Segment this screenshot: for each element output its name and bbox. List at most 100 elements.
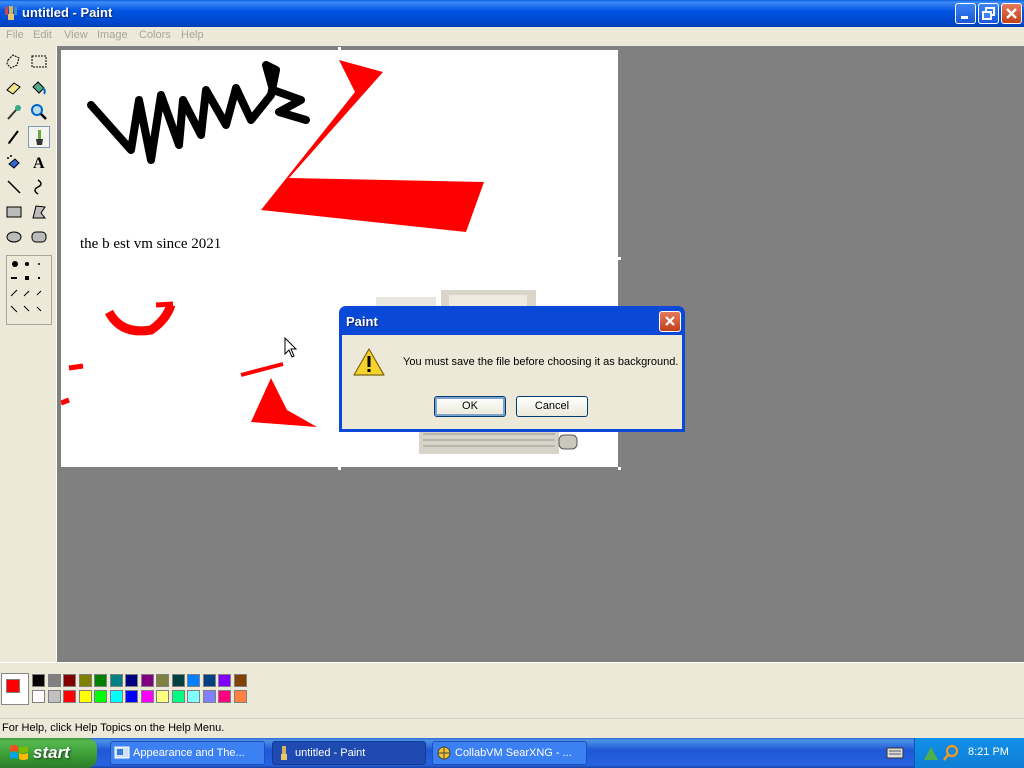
- palette-swatch[interactable]: [202, 674, 216, 687]
- palette-swatch[interactable]: [233, 674, 247, 687]
- palette-swatch[interactable]: [78, 690, 92, 703]
- close-button[interactable]: [1001, 3, 1022, 24]
- network-icon[interactable]: [922, 744, 940, 765]
- windows-logo-icon: [10, 745, 28, 760]
- ok-button[interactable]: OK: [434, 396, 506, 417]
- pick-color-tool[interactable]: [3, 101, 25, 123]
- taskbar-item-appearance[interactable]: Appearance and The...: [110, 741, 265, 765]
- menu-view[interactable]: View: [64, 29, 88, 41]
- control-panel-icon: [114, 746, 130, 759]
- palette-swatch[interactable]: [63, 674, 76, 687]
- taskbar-item-paint[interactable]: untitled - Paint: [272, 741, 426, 765]
- fill-tool[interactable]: [28, 76, 50, 98]
- palette-swatch[interactable]: [47, 690, 61, 703]
- restore-icon: [982, 7, 995, 20]
- menu-image[interactable]: Image: [97, 29, 128, 41]
- close-icon: [1006, 8, 1017, 19]
- paint-app-icon: [281, 746, 287, 760]
- curve-tool[interactable]: [28, 176, 50, 198]
- palette-swatch[interactable]: [78, 674, 92, 687]
- menu-edit[interactable]: Edit: [33, 29, 52, 41]
- pencil-tool[interactable]: [3, 126, 25, 148]
- palette-swatch[interactable]: [109, 674, 123, 687]
- palette-swatch[interactable]: [125, 690, 138, 703]
- minimize-button[interactable]: [955, 3, 976, 24]
- palette-swatch[interactable]: [94, 690, 107, 703]
- paint-app-icon: [3, 5, 19, 21]
- color-palette: [0, 662, 1024, 715]
- ellipse-tool[interactable]: [3, 226, 25, 248]
- current-colors: [1, 673, 29, 705]
- canvas-text: the b est vm since 2021: [80, 236, 222, 252]
- polygon-tool[interactable]: [28, 201, 50, 223]
- brush-tool[interactable]: [28, 126, 50, 148]
- rounded-rectangle-tool[interactable]: [28, 226, 50, 248]
- curve-icon: [34, 179, 42, 195]
- palette-swatch[interactable]: [218, 690, 231, 703]
- palette-swatch[interactable]: [171, 690, 185, 703]
- brush-icon: [36, 130, 43, 145]
- window-title: untitled - Paint: [22, 5, 113, 20]
- palette-swatch[interactable]: [218, 674, 231, 687]
- palette-swatch[interactable]: [187, 674, 200, 687]
- brush-options[interactable]: [6, 255, 52, 325]
- palette-swatch[interactable]: [156, 674, 169, 687]
- keyboard-icon[interactable]: [886, 746, 904, 763]
- palette-swatch[interactable]: [63, 690, 76, 703]
- status-bar: For Help, click Help Topics on the Help …: [0, 718, 1024, 739]
- eraser-icon: [6, 82, 21, 95]
- browser-icon: [437, 746, 451, 760]
- status-text: For Help, click Help Topics on the Help …: [2, 722, 225, 734]
- select-tool[interactable]: [28, 51, 50, 73]
- menu-help[interactable]: Help: [181, 29, 204, 41]
- resize-handle-bottom[interactable]: [338, 467, 341, 470]
- text-icon: A: [33, 155, 45, 172]
- palette-swatch[interactable]: [202, 690, 216, 703]
- pencil-icon: [8, 130, 19, 144]
- dialog-close-button[interactable]: [659, 311, 681, 332]
- toolbox: A: [0, 46, 57, 662]
- free-form-select-icon: [6, 54, 20, 69]
- title-bar[interactable]: [0, 0, 1024, 27]
- palette-swatch[interactable]: [140, 674, 154, 687]
- palette-swatch[interactable]: [140, 690, 154, 703]
- eraser-tool[interactable]: [3, 76, 25, 98]
- free-form-select-tool[interactable]: [3, 51, 25, 73]
- rectangle-tool[interactable]: [3, 201, 25, 223]
- cancel-button[interactable]: Cancel: [516, 396, 588, 417]
- clock: 8:21 PM: [968, 746, 1009, 758]
- line-tool[interactable]: [3, 176, 25, 198]
- resize-handle-corner[interactable]: [618, 467, 621, 470]
- palette-swatch[interactable]: [125, 674, 138, 687]
- warning-icon: [353, 347, 385, 380]
- rectangle-icon: [6, 206, 22, 218]
- palette-swatch[interactable]: [32, 690, 45, 703]
- start-label: start: [33, 743, 70, 762]
- close-icon: [665, 316, 675, 326]
- dialog-message: You must save the file before choosing i…: [403, 356, 679, 368]
- palette-swatch[interactable]: [94, 674, 107, 687]
- menu-colors[interactable]: Colors: [139, 29, 171, 41]
- ellipse-icon: [6, 231, 22, 243]
- text-tool[interactable]: A: [28, 151, 50, 173]
- menu-file[interactable]: File: [6, 29, 24, 41]
- palette-swatch[interactable]: [109, 690, 123, 703]
- magnifier-tool[interactable]: [28, 101, 50, 123]
- palette-swatch[interactable]: [156, 690, 169, 703]
- palette-swatch[interactable]: [171, 674, 185, 687]
- resize-handle-top[interactable]: [338, 47, 341, 50]
- search-icon[interactable]: [942, 744, 960, 765]
- resize-handle-right[interactable]: [618, 257, 621, 260]
- magnifier-icon: [31, 104, 47, 120]
- palette-swatch[interactable]: [47, 674, 61, 687]
- airbrush-tool[interactable]: [3, 151, 25, 173]
- palette-swatch[interactable]: [32, 674, 45, 687]
- maximize-button[interactable]: [978, 3, 999, 24]
- rect-select-icon: [31, 55, 47, 68]
- taskbar-item-browser[interactable]: CollabVM SearXNG - ...: [432, 741, 587, 765]
- palette-swatch[interactable]: [233, 690, 247, 703]
- foreground-color[interactable]: [6, 679, 20, 693]
- minimize-icon: [961, 16, 968, 19]
- palette-swatch[interactable]: [187, 690, 200, 703]
- dialog-body: [342, 335, 682, 429]
